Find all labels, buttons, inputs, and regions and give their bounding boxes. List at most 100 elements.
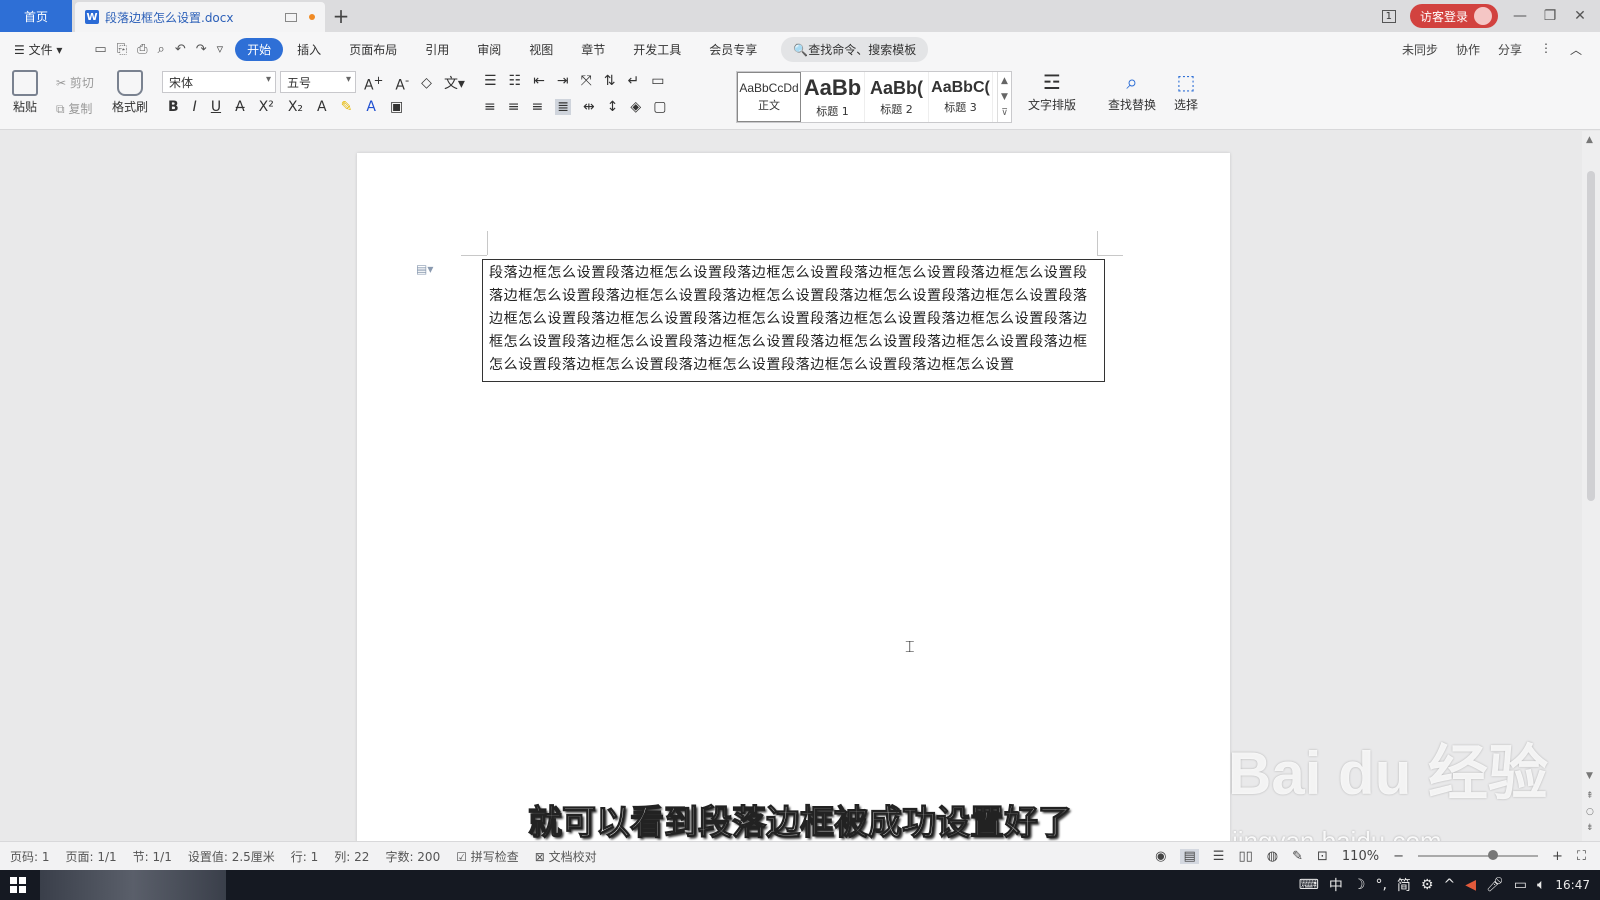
paragraph-text[interactable]: 段落边框怎么设置段落边框怎么设置段落边框怎么设置段落边框怎么设置段落边框怎么设置… (489, 262, 1098, 377)
spell-check-button[interactable]: ☑ 拼写检查 (456, 848, 519, 865)
print-preview-icon[interactable]: ⌕ (158, 42, 165, 57)
scroll-down-icon[interactable]: ▼ (1586, 771, 1593, 781)
punctuation-icon[interactable]: °, (1375, 877, 1386, 893)
table-icon[interactable]: ▭ (651, 73, 664, 89)
chevron-down-icon[interactable]: ▼ (1001, 92, 1008, 102)
italic-icon[interactable]: I (193, 99, 197, 115)
style-normal[interactable]: AaBbCcDd 正文 (737, 72, 801, 122)
share-button[interactable]: 分享 (1498, 41, 1522, 58)
collapse-ribbon-icon[interactable]: ︿ (1570, 41, 1582, 58)
close-button[interactable]: ✕ (1572, 8, 1588, 24)
page-view-icon[interactable]: ▤ (1180, 848, 1199, 864)
tab-page-layout[interactable]: 页面布局 (335, 41, 411, 58)
bold-icon[interactable]: B (168, 99, 179, 115)
zoom-in-icon[interactable]: + (1552, 849, 1563, 864)
start-button[interactable] (0, 877, 36, 893)
ime-simplified[interactable]: 简 (1397, 875, 1411, 895)
visitor-login-button[interactable]: 访客登录 (1409, 4, 1498, 28)
paste-button[interactable]: 粘贴 (12, 70, 38, 115)
tab-review[interactable]: 审阅 (463, 41, 515, 58)
status-section[interactable]: 节: 1/1 (133, 848, 172, 865)
document-page[interactable]: ▤▾ 段落边框怎么设置段落边框怎么设置段落边框怎么设置段落边框怎么设置段落边框怎… (357, 153, 1230, 843)
zoom-level[interactable]: 110% (1342, 849, 1379, 864)
status-word-count[interactable]: 字数: 200 (385, 848, 440, 865)
status-pages[interactable]: 页面: 1/1 (66, 848, 117, 865)
tab-developer[interactable]: 开发工具 (619, 41, 695, 58)
cut-button[interactable]: ✂ 剪切 (56, 74, 94, 91)
distribute-icon[interactable]: ⇹ (583, 99, 595, 115)
proofread-button[interactable]: ⊠ 文档校对 (535, 848, 597, 865)
status-row[interactable]: 行: 1 (291, 848, 319, 865)
file-menu[interactable]: ☰ 文件 ▾ (14, 41, 76, 58)
phonetic-icon[interactable]: 文▾ (444, 73, 465, 93)
sync-status-button[interactable]: 未同步 (1402, 41, 1438, 58)
tab-start[interactable]: 开始 (235, 37, 284, 61)
print-icon[interactable]: ⎙ (137, 42, 147, 57)
highlight-icon[interactable]: ✎ (341, 99, 353, 115)
paragraph-menu-icon[interactable]: ▤▾ (416, 262, 433, 276)
style-heading-1[interactable]: AaBb 标题 1 (801, 72, 865, 122)
web-view-icon[interactable]: ◍ (1267, 849, 1278, 864)
vertical-scrollbar[interactable]: ▲ ▼ ⇞ ○ ⇟ (1582, 131, 1600, 841)
redo-icon[interactable]: ↷ (196, 42, 207, 57)
settings-icon[interactable]: ⚙ (1421, 877, 1434, 893)
restore-button[interactable]: ❐ (1542, 8, 1558, 24)
align-left-icon[interactable]: ≡ (484, 99, 496, 115)
undo-icon[interactable]: ↶ (175, 42, 186, 57)
taskbar-app-thumbnail[interactable] (40, 870, 226, 900)
chinese-layout-icon[interactable]: ⤧ (581, 73, 592, 89)
superscript-icon[interactable]: X² (259, 99, 274, 115)
tab-insert[interactable]: 插入 (283, 41, 335, 58)
tab-view[interactable]: 视图 (515, 41, 567, 58)
shrink-font-icon[interactable]: A- (395, 73, 409, 94)
more-icon[interactable]: ⋮ (1540, 41, 1552, 58)
find-replace-button[interactable]: ⌕ 查找替换 (1108, 70, 1156, 113)
command-search-input[interactable]: 🔍查找命令、搜索模板 (781, 36, 929, 62)
clear-format-icon[interactable]: ◇ (421, 75, 432, 91)
save-icon[interactable]: ▭ (94, 42, 106, 57)
reading-view-icon[interactable]: ▯▯ (1238, 849, 1252, 864)
customize-icon[interactable]: ▿ (217, 42, 224, 57)
write-mode-icon[interactable]: ✎ (1292, 849, 1303, 864)
align-center-icon[interactable]: ≡ (508, 99, 520, 115)
expand-icon[interactable]: ⊽ (1001, 108, 1008, 118)
line-spacing-icon[interactable]: ↕ (607, 99, 619, 115)
keyboard-icon[interactable]: ⌨ (1299, 877, 1319, 893)
network-icon[interactable]: ▭ (1514, 877, 1527, 893)
bullet-list-icon[interactable]: ☰ (484, 73, 497, 89)
outline-view-icon[interactable]: ☰ (1213, 849, 1225, 864)
subscript-icon[interactable]: X₂ (288, 99, 303, 115)
char-border-icon[interactable]: ▣ (390, 99, 403, 115)
tab-home[interactable]: 首页 (0, 0, 72, 32)
bordered-paragraph[interactable]: 段落边框怎么设置段落边框怎么设置段落边框怎么设置段落边框怎么设置段落边框怎么设置… (482, 259, 1105, 382)
moon-icon[interactable]: ☽ (1353, 877, 1366, 893)
zoom-out-icon[interactable]: − (1393, 849, 1404, 864)
scroll-thumb[interactable] (1587, 171, 1595, 501)
style-heading-2[interactable]: AaBb( 标题 2 (865, 72, 929, 122)
volume-icon[interactable]: 🔈︎ (1537, 877, 1545, 893)
zoom-fit-icon[interactable]: ⊡ (1317, 849, 1328, 864)
clock[interactable]: 16:47 (1555, 878, 1590, 892)
chevron-up-icon[interactable]: ▲ (1001, 76, 1008, 86)
tab-document[interactable]: W 段落边框怎么设置.docx (75, 2, 325, 32)
tray-expand-icon[interactable]: ^ (1443, 877, 1455, 893)
fullscreen-icon[interactable]: ⛶ (1577, 849, 1586, 864)
strikethrough-icon[interactable]: A̶ (235, 99, 245, 115)
increase-indent-icon[interactable]: ⇥ (557, 73, 569, 89)
numbered-list-icon[interactable]: ☷ (509, 73, 522, 89)
text-effect-icon[interactable]: A (317, 99, 327, 115)
copy-button[interactable]: ⧉ 复制 (56, 100, 92, 117)
scroll-up-icon[interactable]: ▲ (1586, 135, 1593, 145)
style-scroll[interactable]: ▲ ▼ ⊽ (997, 72, 1011, 122)
grow-font-icon[interactable]: A+ (364, 73, 383, 94)
zoom-slider[interactable] (1417, 850, 1538, 860)
collaborate-button[interactable]: 协作 (1456, 41, 1480, 58)
border-icon[interactable]: ▢ (653, 99, 666, 115)
shading-icon[interactable]: ◈ (630, 99, 641, 115)
ime-mode[interactable]: 中 (1329, 875, 1343, 895)
page-indicator[interactable]: 1 (1381, 9, 1396, 23)
select-button[interactable]: ⬚ 选择 (1174, 70, 1198, 113)
status-page-number[interactable]: 页码: 1 (10, 848, 50, 865)
tab-chapter[interactable]: 章节 (567, 41, 619, 58)
new-tab-button[interactable]: + (325, 0, 357, 32)
